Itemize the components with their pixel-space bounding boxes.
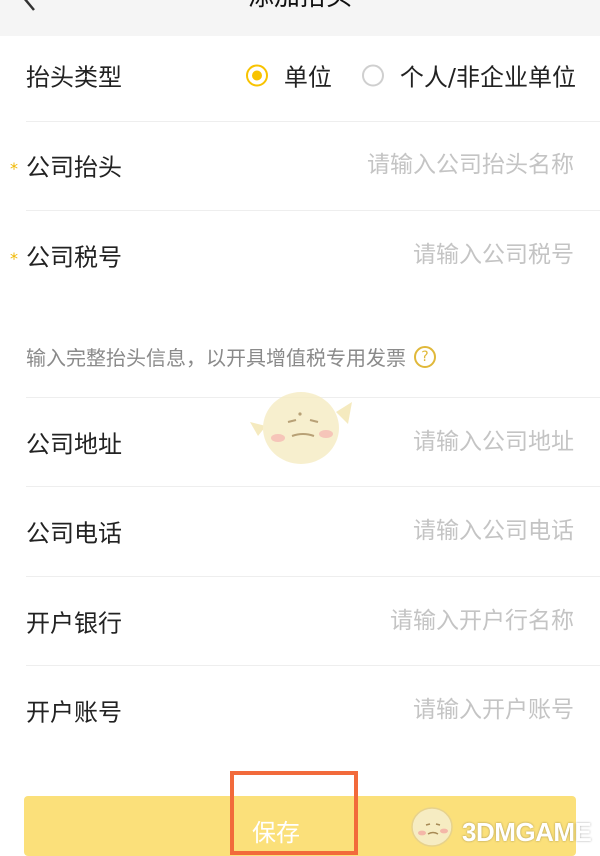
phone-label: 公司电话: [26, 519, 122, 548]
tax-number-input[interactable]: [242, 241, 576, 269]
tax-number-label: 公司税号: [26, 243, 122, 272]
radio-option-personal[interactable]: 个人/非企业单位: [361, 58, 576, 93]
phone-row: 公司电话: [0, 487, 600, 575]
radio-option-company[interactable]: 单位: [245, 58, 332, 93]
site-watermark: 3DMGAME: [404, 797, 594, 853]
account-input[interactable]: [242, 696, 576, 724]
account-row: 开户账号: [0, 666, 600, 754]
required-mark: *: [10, 249, 18, 268]
bank-row: 开户银行: [0, 577, 600, 665]
title-type-radio-group: 单位 个人/非企业单位: [245, 58, 576, 93]
radio-selected-icon[interactable]: [245, 64, 268, 86]
save-button-label: 保存: [252, 818, 300, 847]
address-label: 公司地址: [26, 430, 122, 459]
watermark-text: 3DMGAME: [462, 817, 592, 847]
vat-tip: 输入完整抬头信息，以开具增值税专用发票 ?: [26, 342, 436, 371]
company-title-label: 公司抬头: [26, 153, 122, 182]
tax-number-row: * 公司税号: [0, 211, 600, 299]
page-title: 添加抬头: [0, 0, 600, 13]
required-mark: *: [10, 159, 18, 178]
radio-option-company-label: 单位: [283, 63, 332, 92]
title-type-row: 抬头类型 单位 个人/非企业单位: [0, 31, 600, 119]
watermark-mascot-icon: [411, 807, 453, 847]
title-type-label: 抬头类型: [26, 63, 122, 92]
company-title-row: * 公司抬头: [0, 121, 600, 209]
bank-label: 开户银行: [26, 609, 122, 638]
vat-tip-text: 输入完整抬头信息，以开具增值税专用发票: [26, 346, 406, 370]
mascot-watermark-icon: [250, 392, 352, 464]
account-label: 开户账号: [26, 698, 122, 727]
radio-unselected-icon[interactable]: [361, 64, 384, 86]
radio-option-personal-label: 个人/非企业单位: [399, 63, 576, 92]
help-icon[interactable]: ?: [414, 345, 436, 368]
company-title-input[interactable]: [242, 151, 576, 179]
bank-input[interactable]: [242, 607, 576, 635]
phone-input[interactable]: [242, 517, 576, 545]
